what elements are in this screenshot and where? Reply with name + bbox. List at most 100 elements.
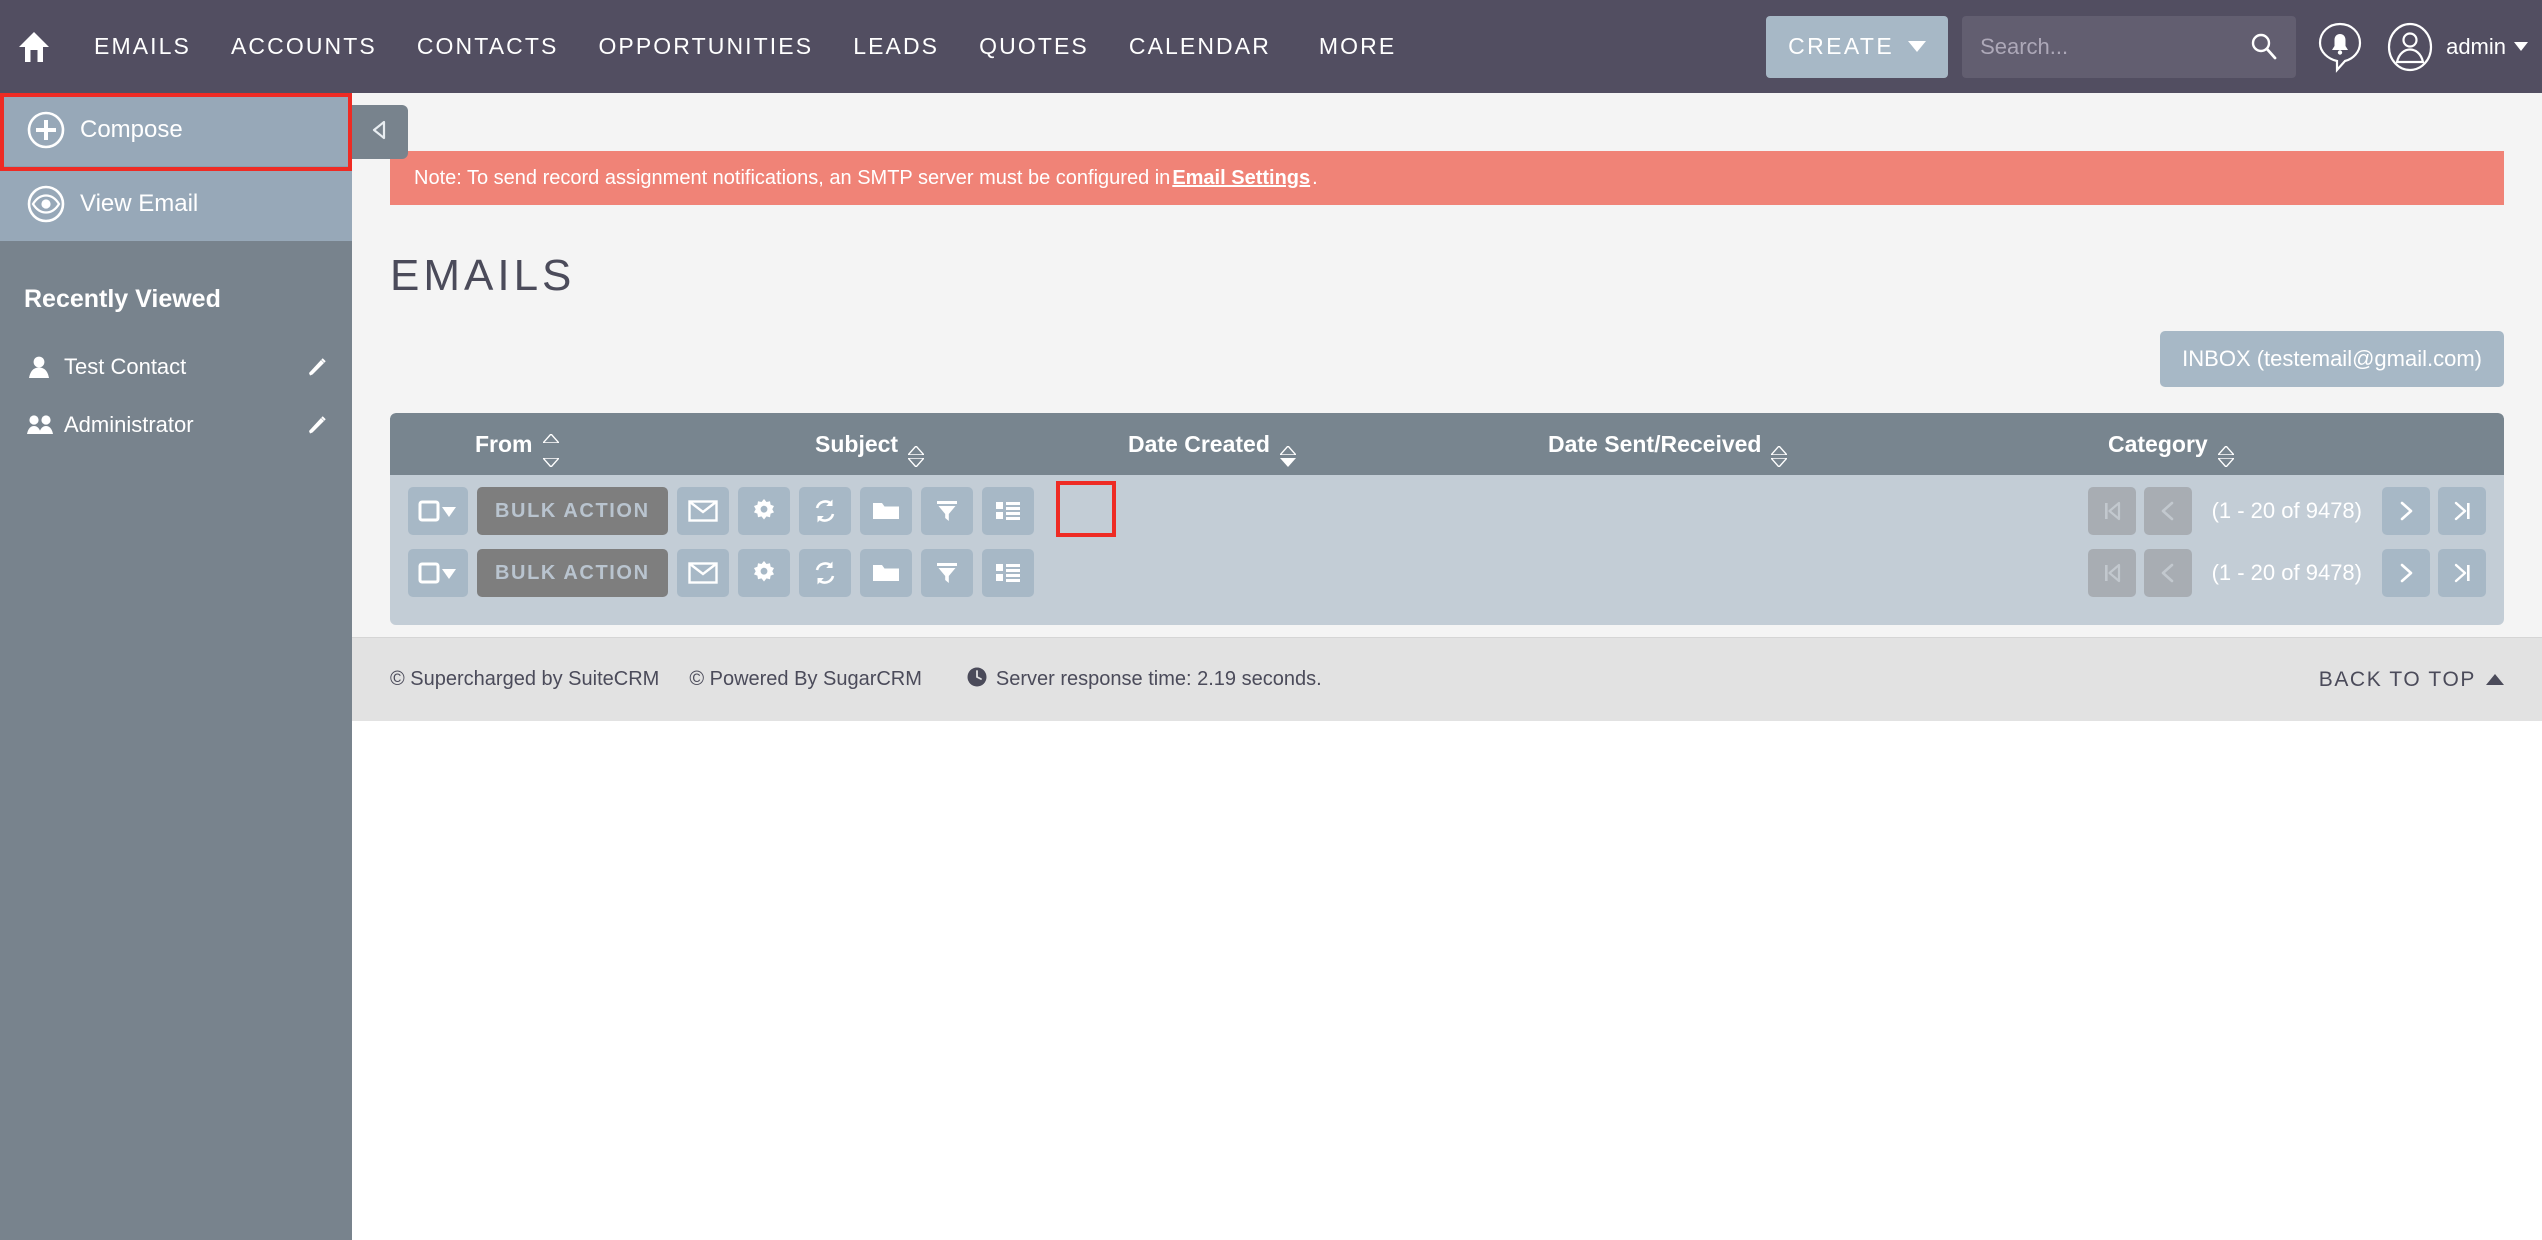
create-button-label: CREATE xyxy=(1788,33,1895,59)
footer-suitecrm-credit: © Supercharged by SuiteCRM xyxy=(390,668,660,690)
list-view-button[interactable] xyxy=(981,487,1034,535)
page-footer: © Supercharged by SuiteCRM © Powered By … xyxy=(352,637,2542,721)
refresh-button[interactable] xyxy=(798,549,851,597)
pagination-count-top: (1 - 20 of 9478) xyxy=(2211,498,2362,523)
first-page-icon[interactable] xyxy=(2087,549,2136,597)
inbox-button-row: INBOX (testemail@gmail.com) xyxy=(352,301,2542,387)
smtp-warning-text: Note: To send record assignment notifica… xyxy=(414,166,1171,189)
back-to-top-label: BACK TO TOP xyxy=(2318,667,2476,691)
smtp-warning-banner: Note: To send record assignment notifica… xyxy=(390,151,2504,205)
column-header-subject[interactable]: Subject xyxy=(815,431,926,468)
list-item[interactable]: Administrator xyxy=(0,396,352,454)
refresh-button[interactable] xyxy=(798,487,851,535)
global-search[interactable] xyxy=(1962,15,2297,78)
sort-toggle-icon[interactable] xyxy=(540,433,561,468)
eye-icon xyxy=(18,184,74,224)
pagination-top: (1 - 20 of 9478) xyxy=(2087,487,2486,535)
username-label[interactable]: admin xyxy=(2446,34,2506,60)
previous-page-icon[interactable] xyxy=(2143,487,2192,535)
toolbar-row-bottom: BULK ACTION (1 - 20 of 9478) xyxy=(390,547,2504,599)
next-page-icon[interactable] xyxy=(2382,487,2430,535)
compose-email-button[interactable] xyxy=(676,549,729,597)
sort-desc-active-icon[interactable] xyxy=(1278,434,1298,467)
search-icon[interactable] xyxy=(2248,31,2280,68)
email-settings-link[interactable]: Email Settings xyxy=(1172,167,1310,190)
pagination-count-bottom: (1 - 20 of 9478) xyxy=(2211,560,2362,585)
compose-email-button[interactable] xyxy=(676,487,729,535)
user-avatar-icon[interactable] xyxy=(2384,21,2436,73)
sort-toggle-icon[interactable] xyxy=(1769,434,1790,468)
list-item-label: Test Contact xyxy=(64,354,187,379)
list-column-headers: From Subject Date Created Date Sent/Rece… xyxy=(390,413,2504,475)
sidebar-compose[interactable]: Compose xyxy=(0,93,352,167)
collapse-left-arrow-icon xyxy=(367,117,393,148)
list-toolbar-area: BULK ACTION (1 - 20 of 9478) BULK ACTION… xyxy=(390,475,2504,625)
column-header-date-sent-received-label: Date Sent/Received xyxy=(1548,430,1762,457)
filter-button[interactable] xyxy=(920,487,973,535)
bulk-action-button[interactable]: BULK ACTION xyxy=(477,487,668,535)
last-page-icon[interactable] xyxy=(2438,487,2486,535)
nav-contacts[interactable]: CONTACTS xyxy=(397,27,579,66)
sidebar-collapse-button[interactable] xyxy=(352,105,408,159)
left-sidebar: Compose View Email Recently Viewed Test … xyxy=(0,93,352,1240)
nav-emails[interactable]: EMAILS xyxy=(74,27,211,66)
list-view-button[interactable] xyxy=(981,549,1034,597)
list-item-label: Administrator xyxy=(64,412,194,437)
last-page-icon[interactable] xyxy=(2438,549,2486,597)
page-title: EMAILS xyxy=(390,251,576,300)
sort-toggle-icon[interactable] xyxy=(906,434,926,468)
recently-viewed-list: Test Contact Administrator xyxy=(0,338,352,454)
search-input[interactable] xyxy=(1980,33,2241,60)
column-header-date-created-label: Date Created xyxy=(1128,430,1270,457)
notification-bell-icon[interactable] xyxy=(2314,21,2366,73)
footer-response-time: Server response time: 2.19 seconds. xyxy=(966,666,1322,693)
folder-button[interactable] xyxy=(859,487,912,535)
plus-circle-icon xyxy=(18,110,74,150)
user-menu-chevron-down-icon[interactable] xyxy=(2514,42,2528,51)
sidebar-view-email[interactable]: View Email xyxy=(0,167,352,241)
bulk-action-button[interactable]: BULK ACTION xyxy=(477,549,668,597)
folder-button[interactable] xyxy=(859,549,912,597)
top-navigation-bar: EMAILS ACCOUNTS CONTACTS OPPORTUNITIES L… xyxy=(0,0,2542,93)
arrow-up-icon xyxy=(2486,674,2504,685)
main-nav-list: EMAILS ACCOUNTS CONTACTS OPPORTUNITIES L… xyxy=(74,27,1416,66)
nav-accounts[interactable]: ACCOUNTS xyxy=(211,27,397,66)
header-right-group: CREATE Search... admin xyxy=(1766,0,2542,93)
column-header-category-label: Category xyxy=(2108,430,2208,457)
clock-icon xyxy=(966,666,988,693)
column-header-date-created[interactable]: Date Created xyxy=(1128,430,1298,467)
chevron-down-icon xyxy=(1908,41,1927,52)
column-header-from-label: From xyxy=(475,430,533,457)
footer-response-time-label: Server response time: 2.19 seconds. xyxy=(995,668,1322,690)
previous-page-icon[interactable] xyxy=(2143,549,2192,597)
pencil-edit-icon[interactable] xyxy=(304,414,330,436)
column-header-date-sent-received[interactable]: Date Sent/Received xyxy=(1548,430,1790,468)
home-icon[interactable] xyxy=(12,25,56,69)
nav-more[interactable]: MORE xyxy=(1291,27,1416,66)
checkbox-dropdown-icon[interactable] xyxy=(408,549,468,597)
first-page-icon[interactable] xyxy=(2087,487,2136,535)
settings-button[interactable] xyxy=(737,487,790,535)
settings-button[interactable] xyxy=(737,549,790,597)
nav-quotes[interactable]: QUOTES xyxy=(959,27,1109,66)
pencil-edit-icon[interactable] xyxy=(304,356,330,378)
email-list-panel: From Subject Date Created Date Sent/Rece… xyxy=(390,413,2504,625)
back-to-top-link[interactable]: BACK TO TOP xyxy=(2319,668,2504,692)
inbox-button[interactable]: INBOX (testemail@gmail.com) xyxy=(2160,331,2504,387)
compose-email-highlight-box xyxy=(1056,481,1116,537)
create-button[interactable]: CREATE xyxy=(1766,15,1949,78)
footer-sugarcrm-credit: © Powered By SugarCRM xyxy=(689,668,922,690)
nav-calendar[interactable]: CALENDAR xyxy=(1109,27,1291,66)
filter-button[interactable] xyxy=(920,549,973,597)
nav-opportunities[interactable]: OPPORTUNITIES xyxy=(578,27,833,66)
recently-viewed-title: Recently Viewed xyxy=(24,285,221,313)
column-header-category[interactable]: Category xyxy=(2108,430,2236,468)
checkbox-dropdown-icon[interactable] xyxy=(408,487,468,535)
sidebar-compose-label: Compose xyxy=(80,115,183,143)
list-item[interactable]: Test Contact xyxy=(0,338,352,396)
smtp-warning-text-end: . xyxy=(1312,166,1318,189)
nav-leads[interactable]: LEADS xyxy=(833,27,959,66)
sort-toggle-icon[interactable] xyxy=(2216,434,2236,468)
next-page-icon[interactable] xyxy=(2382,549,2430,597)
column-header-from[interactable]: From xyxy=(475,430,561,468)
